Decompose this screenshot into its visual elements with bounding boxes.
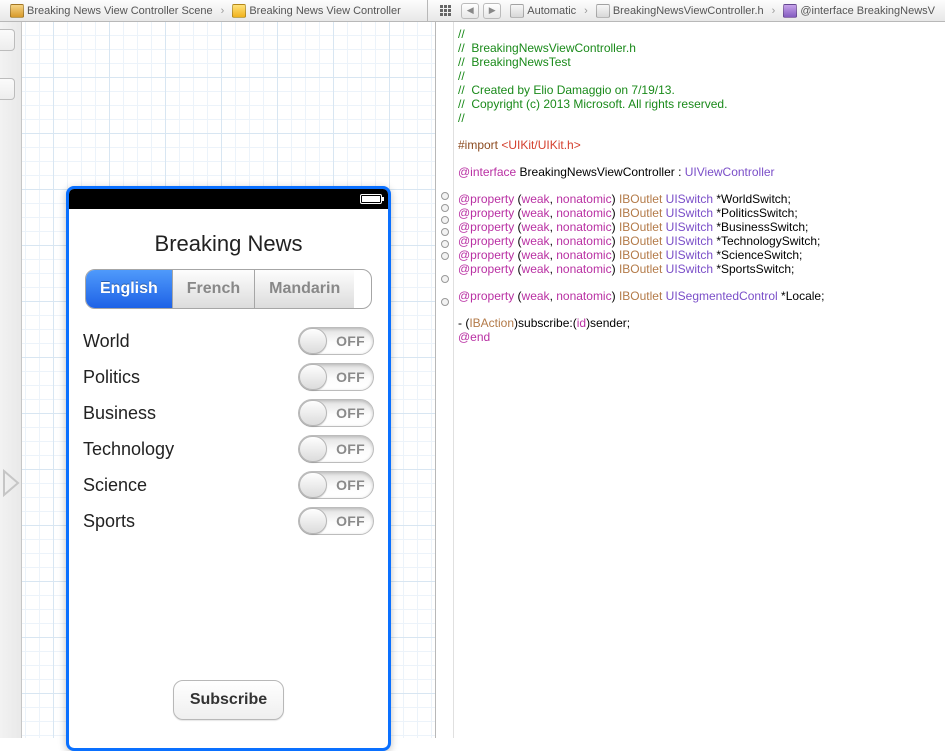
connection-indicator-icon[interactable] bbox=[441, 204, 449, 212]
breadcrumb-left: Breaking News View Controller Scene › Br… bbox=[0, 0, 427, 22]
sports-switch[interactable]: OFF bbox=[298, 507, 374, 535]
code-text[interactable]: // // BreakingNewsViewController.h // Br… bbox=[454, 22, 945, 738]
category-label: World bbox=[83, 331, 130, 352]
related-items-icon[interactable] bbox=[434, 3, 456, 19]
category-label: Politics bbox=[83, 367, 140, 388]
science-switch[interactable]: OFF bbox=[298, 471, 374, 499]
nav-back-button[interactable]: ◀ bbox=[461, 3, 479, 19]
chevron-right-icon: › bbox=[221, 5, 225, 17]
politics-switch[interactable]: OFF bbox=[298, 363, 374, 391]
code-gutter bbox=[436, 22, 454, 738]
code-editor[interactable]: // // BreakingNewsViewController.h // Br… bbox=[436, 22, 945, 738]
locale-segmented-control[interactable]: English French Mandarin bbox=[85, 269, 372, 309]
categories-list: World OFF Politics OFF Business OFF Technol… bbox=[83, 323, 374, 680]
storyboard-canvas[interactable]: Breaking News English French Mandarin Wo… bbox=[22, 22, 436, 738]
crumb-vc[interactable]: Breaking News View Controller bbox=[226, 4, 406, 18]
breadcrumb-right: ◀ ▶ Automatic › BreakingNewsViewControll… bbox=[427, 0, 945, 22]
panel-stub[interactable] bbox=[0, 78, 15, 100]
subscribe-button[interactable]: Subscribe bbox=[173, 680, 284, 720]
technology-switch[interactable]: OFF bbox=[298, 435, 374, 463]
chevron-right-icon: › bbox=[772, 5, 776, 17]
connection-indicator-icon[interactable] bbox=[441, 216, 449, 224]
connection-indicator-icon[interactable] bbox=[441, 192, 449, 200]
status-bar bbox=[69, 189, 388, 209]
chevron-right-icon: › bbox=[584, 5, 588, 17]
collapse-arrow-icon[interactable] bbox=[2, 469, 20, 497]
nav-forward-button[interactable]: ▶ bbox=[483, 3, 501, 19]
connection-indicator-icon[interactable] bbox=[441, 298, 449, 306]
crumb-automatic[interactable]: Automatic bbox=[504, 4, 582, 18]
battery-icon bbox=[360, 194, 382, 204]
crumb-scene[interactable]: Breaking News View Controller Scene bbox=[4, 4, 219, 18]
class-icon bbox=[783, 4, 797, 18]
category-label: Technology bbox=[83, 439, 174, 460]
connection-indicator-icon[interactable] bbox=[441, 240, 449, 248]
connection-indicator-icon[interactable] bbox=[441, 252, 449, 260]
category-label: Business bbox=[83, 403, 156, 424]
category-label: Science bbox=[83, 475, 147, 496]
vc-icon bbox=[232, 4, 246, 18]
phone-view[interactable]: Breaking News English French Mandarin Wo… bbox=[66, 186, 391, 751]
business-switch[interactable]: OFF bbox=[298, 399, 374, 427]
list-item: Science OFF bbox=[83, 467, 374, 503]
list-item: Business OFF bbox=[83, 395, 374, 431]
left-gutter bbox=[0, 22, 22, 738]
world-switch[interactable]: OFF bbox=[298, 327, 374, 355]
list-item: Technology OFF bbox=[83, 431, 374, 467]
header-file-icon bbox=[596, 4, 610, 18]
connection-indicator-icon[interactable] bbox=[441, 275, 449, 283]
segment-french[interactable]: French bbox=[173, 270, 255, 308]
connection-indicator-icon[interactable] bbox=[441, 228, 449, 236]
segment-mandarin[interactable]: Mandarin bbox=[255, 270, 354, 308]
file-group-icon bbox=[510, 4, 524, 18]
crumb-file[interactable]: BreakingNewsViewController.h bbox=[590, 4, 770, 18]
segment-english[interactable]: English bbox=[86, 270, 173, 308]
panel-stub[interactable] bbox=[0, 29, 15, 51]
list-item: Politics OFF bbox=[83, 359, 374, 395]
category-label: Sports bbox=[83, 511, 135, 532]
list-item: World OFF bbox=[83, 323, 374, 359]
list-item: Sports OFF bbox=[83, 503, 374, 539]
crumb-symbol[interactable]: @interface BreakingNewsV bbox=[777, 4, 941, 18]
page-title: Breaking News bbox=[83, 231, 374, 257]
scene-icon bbox=[10, 4, 24, 18]
